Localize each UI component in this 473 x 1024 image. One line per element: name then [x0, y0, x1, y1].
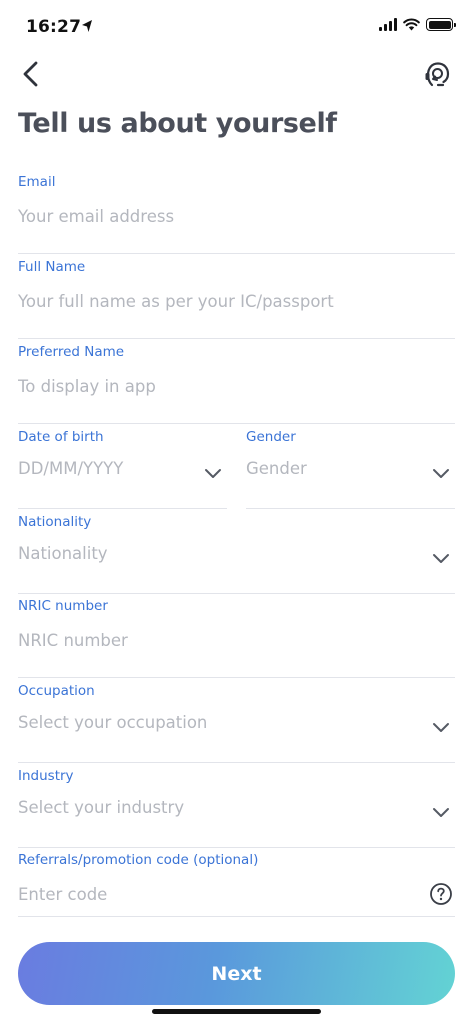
- status-time: 16:27: [26, 17, 82, 37]
- industry-value[interactable]: Select your industry: [18, 798, 184, 817]
- chevron-down-icon[interactable]: [431, 548, 451, 568]
- gender-value[interactable]: Gender: [246, 459, 307, 478]
- nationality-label: Nationality: [18, 514, 92, 530]
- referral-label: Referrals/promotion code (optional): [18, 852, 259, 868]
- nationality-select[interactable]: Nationality Nationality: [18, 514, 455, 594]
- email-field: Email: [18, 174, 455, 254]
- occupation-label: Occupation: [18, 683, 95, 699]
- page-title: Tell us about yourself: [18, 108, 337, 139]
- preferred-name-input[interactable]: [18, 368, 455, 404]
- email-label: Email: [18, 174, 56, 190]
- status-bar: 16:27: [0, 0, 473, 56]
- gender-select[interactable]: Gender Gender: [246, 429, 455, 509]
- preferred-name-field: Preferred Name: [18, 344, 455, 424]
- chevron-down-icon[interactable]: [431, 463, 451, 483]
- dob-field[interactable]: Date of birth DD/MM/YYYY: [18, 429, 227, 509]
- status-indicators: [379, 18, 456, 31]
- referral-code-field: Referrals/promotion code (optional): [18, 852, 455, 917]
- nric-input[interactable]: [18, 622, 455, 658]
- nric-field: NRIC number: [18, 598, 455, 678]
- full-name-input[interactable]: [18, 283, 455, 319]
- question-circle-icon[interactable]: [429, 882, 453, 906]
- industry-select[interactable]: Industry Select your industry: [18, 768, 455, 848]
- email-input[interactable]: [18, 198, 455, 234]
- support-headset-icon[interactable]: [421, 58, 453, 90]
- dob-label: Date of birth: [18, 429, 104, 445]
- location-arrow-icon: [82, 20, 92, 32]
- full-name-label: Full Name: [18, 259, 86, 275]
- industry-label: Industry: [18, 768, 74, 784]
- nationality-value[interactable]: Nationality: [18, 544, 108, 563]
- back-chevron-icon[interactable]: [16, 58, 48, 90]
- chevron-down-icon[interactable]: [431, 802, 451, 822]
- battery-icon: [426, 18, 456, 31]
- dob-value[interactable]: DD/MM/YYYY: [18, 459, 123, 478]
- wifi-icon: [403, 18, 420, 31]
- gender-label: Gender: [246, 429, 296, 445]
- next-button[interactable]: Next: [18, 942, 455, 1005]
- full-name-field: Full Name: [18, 259, 455, 339]
- nric-label: NRIC number: [18, 598, 108, 614]
- referral-code-input[interactable]: [18, 876, 418, 912]
- chevron-down-icon[interactable]: [431, 717, 451, 737]
- chevron-down-icon[interactable]: [203, 463, 223, 483]
- occupation-select[interactable]: Occupation Select your occupation: [18, 683, 455, 763]
- home-indicator: [152, 1009, 321, 1014]
- preferred-name-label: Preferred Name: [18, 344, 125, 360]
- occupation-value[interactable]: Select your occupation: [18, 713, 207, 732]
- signal-icon: [379, 18, 397, 31]
